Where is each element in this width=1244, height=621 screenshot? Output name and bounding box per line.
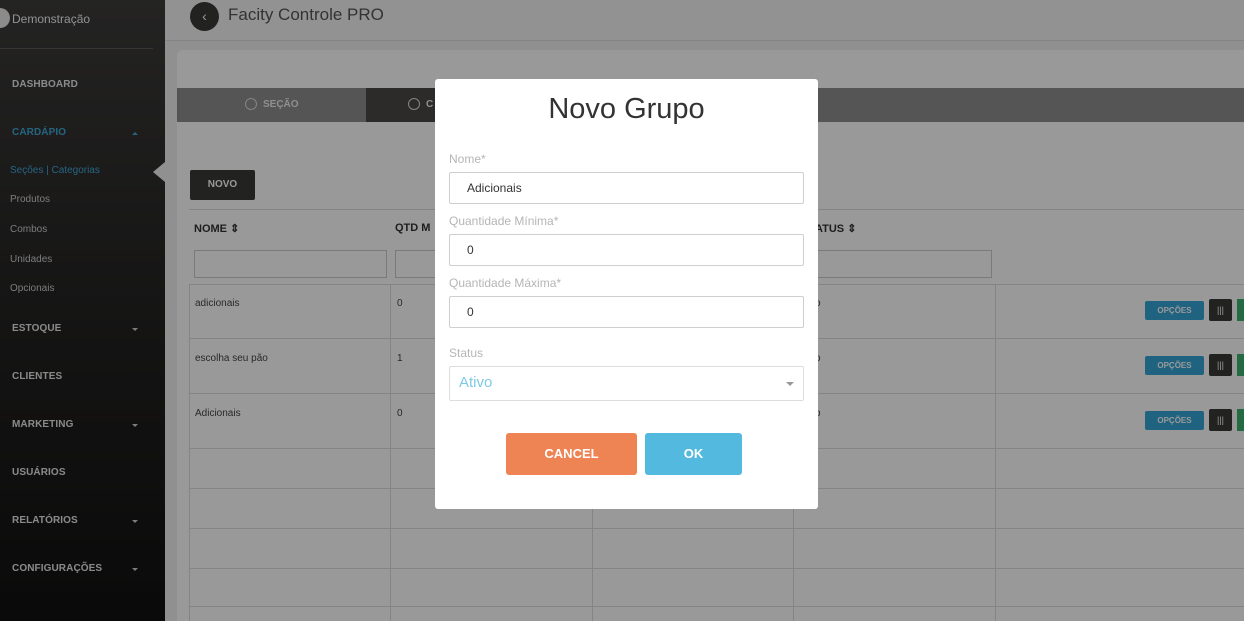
novo-grupo-dialog: Novo Grupo Nome* Quantidade Mínima* Quan… — [435, 79, 818, 509]
nome-field[interactable] — [449, 172, 804, 204]
qtd-maxima-field[interactable] — [449, 296, 804, 328]
cancel-button[interactable]: CANCEL — [506, 433, 637, 475]
status-select[interactable]: Ativo — [449, 366, 804, 401]
qtd-minima-field[interactable] — [449, 234, 804, 266]
nome-label: Nome* — [449, 152, 486, 166]
ok-button[interactable]: OK — [645, 433, 742, 475]
status-label: Status — [449, 346, 484, 360]
chevron-down-icon — [786, 382, 794, 386]
status-select-value: Ativo — [459, 374, 493, 391]
qtd-minima-label: Quantidade Mínima* — [449, 214, 559, 228]
dialog-title: Novo Grupo — [548, 93, 705, 125]
qtd-maxima-label: Quantidade Máxima* — [449, 276, 562, 290]
